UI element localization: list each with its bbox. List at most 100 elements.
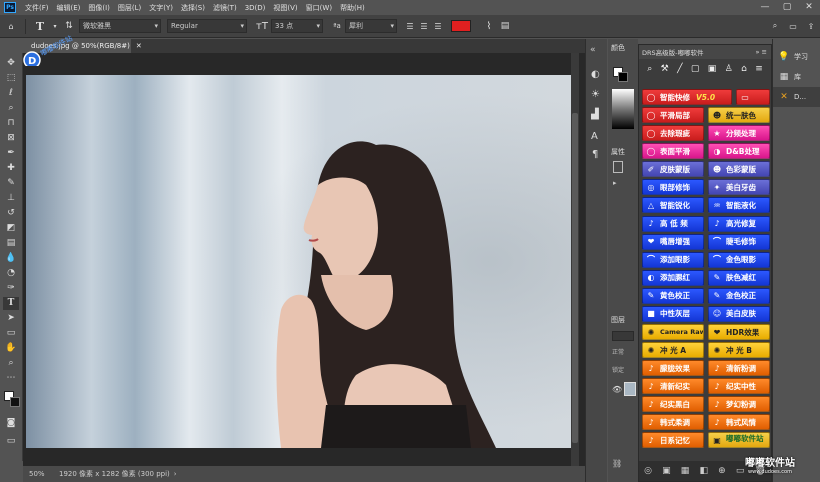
scroll-thumb[interactable]	[572, 113, 578, 443]
font-size-select[interactable]: 33 点 ▾	[271, 19, 323, 33]
drs-action-button[interactable]: ♪ 清新粉调	[708, 360, 770, 377]
drs-action-button[interactable]: ◯ 表面平滑	[642, 143, 704, 160]
type-tool-icon[interactable]: T	[3, 297, 19, 310]
menu-view[interactable]: 视图(V)	[269, 3, 301, 13]
quick-mask-icon[interactable]: ◙	[3, 417, 19, 430]
home-icon[interactable]: ⌂	[0, 19, 22, 34]
crop-tool-icon[interactable]: ⊓	[3, 117, 19, 130]
drs-action-button[interactable]: ❤ HDR效果	[708, 324, 770, 341]
drs-action-button[interactable]: ■ 中性灰层	[642, 305, 704, 322]
frame-tool-icon[interactable]: ⊠	[3, 132, 19, 145]
gradient-tool-icon[interactable]: ▤	[3, 237, 19, 250]
marquee-tool-icon[interactable]: ⬚	[3, 72, 19, 85]
screen-mode-icon[interactable]: ▭	[3, 435, 19, 448]
drs-tool-icon[interactable]: ≡	[755, 64, 763, 74]
path-select-tool-icon[interactable]: ➤	[3, 312, 19, 325]
drs-action-button[interactable]: ♪ 高光修复	[708, 215, 770, 232]
move-tool-icon[interactable]: ✥	[3, 57, 19, 70]
layer-filter-field[interactable]	[612, 331, 634, 341]
drs-action-button[interactable]: ♪ 韩式柔调	[642, 414, 704, 431]
workspace-icon[interactable]: ▭	[784, 19, 802, 34]
adjustments-icon[interactable]: ☀	[591, 89, 600, 100]
drs-action-button[interactable]: ◯ 智能快修 V5.0	[642, 89, 732, 105]
healing-brush-tool-icon[interactable]: ✚	[3, 162, 19, 175]
font-style-select[interactable]: Regular ▾	[167, 19, 247, 33]
vertical-scrollbar[interactable]	[571, 53, 579, 466]
character-panel-icon[interactable]: ▤	[497, 19, 513, 34]
eye-icon[interactable]: 👁	[612, 385, 622, 394]
drs-tool-icon[interactable]: ⌂	[741, 64, 747, 74]
menu-file[interactable]: 文件(F)	[21, 3, 53, 13]
menu-edit[interactable]: 编辑(E)	[53, 3, 85, 13]
close-tab-icon[interactable]: ✕	[136, 42, 142, 50]
pen-tool-icon[interactable]: ✑	[3, 282, 19, 295]
drs-action-button[interactable]: ♪ 日系记忆	[642, 432, 704, 449]
chevron-right-icon[interactable]: ›	[174, 470, 177, 478]
color-panel-title[interactable]: 颜色	[608, 39, 638, 57]
drs-action-button[interactable]: ♒ 智能液化	[708, 197, 770, 214]
character-icon[interactable]: A	[591, 131, 598, 142]
more-tools-icon[interactable]: ⋯	[3, 372, 19, 385]
drs-action-button[interactable]: ✺ 冲 光 A	[642, 342, 704, 359]
eyedropper-tool-icon[interactable]: ✒	[3, 147, 19, 160]
drs-action-button[interactable]: ▣嘟嘟软件站www.dudoes.com	[708, 432, 770, 449]
learn-panel-item[interactable]: 💡 学习	[773, 47, 820, 67]
align-center-icon[interactable]: ☰	[417, 19, 431, 34]
drs-tool-icon[interactable]: ♙	[725, 64, 733, 74]
clone-stamp-tool-icon[interactable]: ⊥	[3, 192, 19, 205]
link-layers-icon[interactable]: ⛓	[612, 459, 622, 468]
drs-action-button[interactable]: ✺ 冲 光 B	[708, 342, 770, 359]
drs-action-button[interactable]: ◐ 添加腮红	[642, 269, 704, 286]
menu-window[interactable]: 窗口(W)	[302, 3, 336, 13]
drs-action-button[interactable]: ◯ 去除瑕疵	[642, 125, 704, 142]
drs-action-button[interactable]: ♪ 梦幻粉调	[708, 396, 770, 413]
history-brush-tool-icon[interactable]: ↺	[3, 207, 19, 220]
document-photo[interactable]	[26, 75, 571, 448]
menu-3d[interactable]: 3D(D)	[241, 4, 270, 12]
drs-tool-icon[interactable]: ▢	[691, 64, 700, 74]
layer-thumbnail[interactable]	[624, 382, 636, 396]
search-icon[interactable]: ⌕	[766, 19, 784, 34]
zoom-level[interactable]: 50%	[23, 470, 51, 478]
blend-mode-select[interactable]: 正常	[612, 347, 624, 356]
quick-select-tool-icon[interactable]: ⌕	[3, 102, 19, 115]
drs-footer-icon[interactable]: ◧	[699, 466, 708, 476]
drs-action-button[interactable]: ♪ 韩式风情	[708, 414, 770, 431]
eraser-tool-icon[interactable]: ◩	[3, 222, 19, 235]
paragraph-icon[interactable]: ¶	[592, 149, 598, 160]
align-left-icon[interactable]: ☰	[403, 19, 417, 34]
drs-action-button[interactable]: ✎ 黄色校正	[642, 287, 704, 304]
libraries-panel-item[interactable]: ▦ 库	[773, 67, 820, 87]
drs-action-button[interactable]: ▭	[736, 89, 770, 105]
drs-action-button[interactable]: ✎ 肤色减红	[708, 269, 770, 286]
hand-tool-icon[interactable]: ✋	[3, 342, 19, 355]
menu-select[interactable]: 选择(S)	[177, 3, 209, 13]
menu-layer[interactable]: 图层(L)	[114, 3, 145, 13]
warp-text-icon[interactable]: ⌇	[481, 19, 497, 34]
collapse-icon[interactable]: »	[755, 48, 759, 56]
canvas-area[interactable]	[23, 53, 585, 466]
drs-action-button[interactable]: ❤ 嘴唇增强	[642, 233, 704, 250]
drs-action-button[interactable]: ✎ 金色校正	[708, 287, 770, 304]
drs-action-button[interactable]: ♪ 朦胧效果	[642, 360, 704, 377]
color-swatches[interactable]	[4, 391, 20, 407]
drs-action-button[interactable]: ☻ 色彩蒙版	[708, 161, 770, 178]
drs-action-button[interactable]: ☺ 美白皮肤	[708, 305, 770, 322]
drs-action-button[interactable]: ✦ 美白牙齿	[708, 179, 770, 196]
antialias-select[interactable]: 犀利 ▾	[345, 19, 397, 33]
drs-tool-icon[interactable]: ╱	[677, 64, 682, 74]
lasso-tool-icon[interactable]: ℓ	[3, 87, 19, 100]
drs-footer-icon[interactable]: ▦	[681, 466, 690, 476]
layers-panel-title[interactable]: 图层	[608, 311, 628, 329]
collapse-icon[interactable]: «	[590, 45, 596, 55]
text-color-swatch[interactable]	[451, 20, 471, 32]
panel-menu-icon[interactable]: ≡	[762, 48, 767, 56]
drs-action-button[interactable]: ◯ 平滑局部	[642, 107, 704, 124]
background-color[interactable]	[10, 397, 20, 407]
drs-footer-icon[interactable]: ◎	[644, 466, 652, 476]
drs-action-button[interactable]: ♪ 纪实中性	[708, 378, 770, 395]
close-window-button[interactable]: ✕	[798, 0, 820, 15]
minimize-button[interactable]: —	[754, 0, 776, 15]
drs-action-button[interactable]: ☻ 统一肤色	[708, 107, 770, 124]
rectangle-tool-icon[interactable]: ▭	[3, 327, 19, 340]
